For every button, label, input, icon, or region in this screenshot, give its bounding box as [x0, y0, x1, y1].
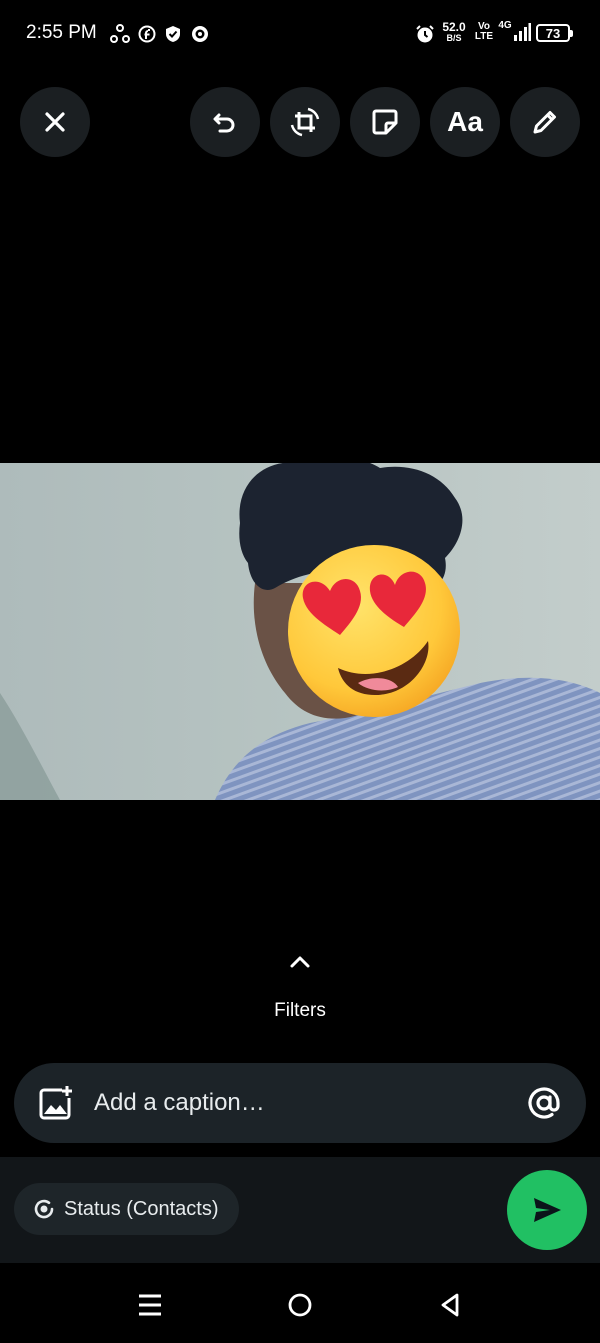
- sticker-button[interactable]: [350, 87, 420, 157]
- battery-indicator: 73: [536, 24, 573, 42]
- filters-toggle[interactable]: [284, 946, 316, 978]
- alarm-icon: [415, 24, 435, 44]
- audience-label: Status (Contacts): [64, 1197, 219, 1220]
- add-media-button[interactable]: [36, 1083, 76, 1123]
- draw-button[interactable]: [510, 87, 580, 157]
- crop-rotate-icon: [290, 107, 320, 137]
- menu-icon: [139, 1294, 161, 1316]
- filters-label[interactable]: Filters: [0, 1000, 600, 1022]
- back-button[interactable]: [430, 1285, 470, 1325]
- home-button[interactable]: [280, 1285, 320, 1325]
- undo-button[interactable]: [190, 87, 260, 157]
- send-button[interactable]: [507, 1170, 587, 1250]
- sticker-icon: [372, 109, 398, 135]
- bottom-panel: Status (Contacts): [0, 1157, 600, 1263]
- system-nav-bar: [0, 1263, 600, 1343]
- text-tool-button[interactable]: Aa: [430, 87, 500, 157]
- status-bar: 2:55 PM 52.0 B/S Vo LTE 4G 73: [0, 0, 600, 68]
- mention-button[interactable]: [524, 1083, 564, 1123]
- audience-selector[interactable]: Status (Contacts): [14, 1183, 239, 1235]
- status-icon: [34, 1199, 54, 1219]
- photo-image: [0, 463, 600, 800]
- undo-icon: [213, 113, 235, 133]
- at-icon: [528, 1087, 560, 1119]
- pencil-icon: [533, 111, 556, 134]
- volte-indicator: Vo LTE: [474, 21, 494, 42]
- status-time: 2:55 PM: [26, 22, 97, 43]
- sync-icon: [110, 24, 130, 44]
- close-button[interactable]: [20, 87, 90, 157]
- caption-input[interactable]: [94, 1085, 514, 1121]
- recents-button[interactable]: [130, 1285, 170, 1325]
- add-image-icon: [39, 1086, 72, 1120]
- photo-canvas[interactable]: [0, 463, 600, 800]
- chevron-up-icon: [290, 956, 310, 968]
- facebook-icon: [137, 24, 157, 44]
- network-speed: 52.0 B/S: [442, 20, 466, 43]
- home-icon: [288, 1293, 312, 1317]
- signal-icon: [512, 22, 532, 42]
- back-icon: [441, 1293, 459, 1317]
- target-icon: [190, 24, 210, 44]
- caption-bar: [14, 1063, 586, 1143]
- crop-rotate-button[interactable]: [270, 87, 340, 157]
- close-icon: [45, 112, 65, 132]
- send-icon: [534, 1198, 561, 1222]
- text-tool-label: Aa: [447, 106, 483, 137]
- shield-icon: [163, 24, 183, 44]
- network-type: 4G: [498, 20, 512, 31]
